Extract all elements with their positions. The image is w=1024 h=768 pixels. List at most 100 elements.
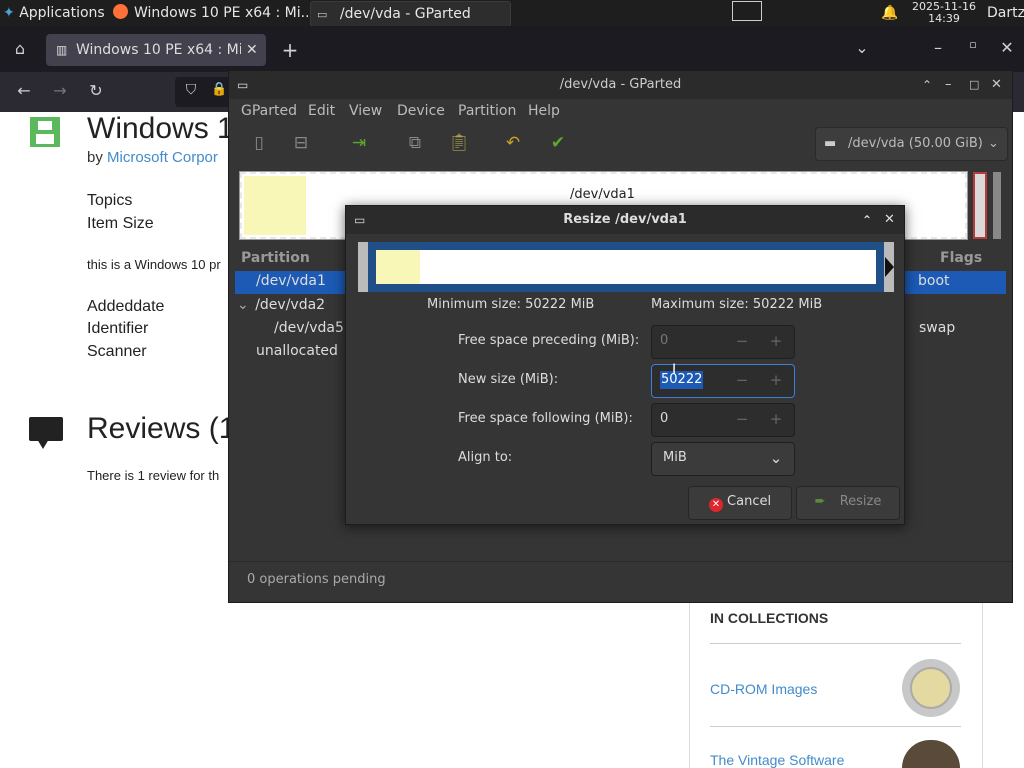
resize-slider-track[interactable] <box>358 242 894 292</box>
minimize-icon[interactable]: – <box>945 71 952 99</box>
cancel-button[interactable]: ✕ Cancel <box>688 486 792 520</box>
new-size-label: New size (MiB): <box>458 372 559 387</box>
undo-icon[interactable]: ↶ <box>501 131 525 155</box>
free-preceding-spinner[interactable]: 0 − + <box>651 325 795 359</box>
menu-help[interactable]: Help <box>528 103 560 119</box>
plus-icon[interactable]: + <box>768 326 784 356</box>
maximize-icon[interactable]: □ <box>969 71 979 99</box>
resize-button[interactable]: ➨ Resize <box>796 486 900 520</box>
text-cursor-icon: I <box>672 362 677 378</box>
plus-icon[interactable]: + <box>768 404 784 434</box>
resize-move-icon[interactable]: ⇥ <box>347 131 371 155</box>
collection-link-cdrom[interactable]: CD-ROM Images <box>710 681 817 697</box>
lock-icon: 🔒 <box>211 82 228 97</box>
apply-icon[interactable]: ✔ <box>546 131 570 155</box>
divider <box>710 643 961 644</box>
workspace-switcher[interactable] <box>730 0 764 26</box>
collection-thumbnail-vintage[interactable] <box>902 740 960 768</box>
meta-label-addeddate: Addeddate <box>87 298 165 315</box>
chevron-down-icon[interactable]: ⌄ <box>852 38 872 57</box>
menu-edit[interactable]: Edit <box>308 103 335 119</box>
resize-arrow-icon: ➨ <box>814 494 826 509</box>
shield-icon[interactable]: ⛉ <box>183 82 199 98</box>
browser-tab-bar: ⌂ ▥ Windows 10 PE x64 : Mic ✕ + ⌄ – ▫ ✕ <box>0 26 1024 72</box>
gparted-app-icon: ▭ <box>237 78 249 92</box>
free-following-field[interactable]: 0 <box>660 404 668 434</box>
column-header-flags[interactable]: Flags <box>940 250 982 266</box>
disk-select[interactable]: ▬ /dev/vda (50.00 GiB) ⌄ <box>815 127 1008 161</box>
minus-icon[interactable]: − <box>734 326 750 356</box>
copy-icon[interactable]: ⧉ <box>403 131 427 155</box>
new-size-spinner[interactable]: 50222 − + I <box>651 362 795 398</box>
table-row[interactable]: unallocated <box>256 343 338 359</box>
taskbar-window-gparted[interactable]: ▭ /dev/vda - GParted <box>310 1 511 27</box>
cancel-icon: ✕ <box>708 498 723 512</box>
item-title: Windows 1 <box>87 112 234 145</box>
forward-icon[interactable]: → <box>50 81 70 100</box>
back-icon[interactable]: ← <box>14 81 34 100</box>
free-preceding-field[interactable]: 0 <box>660 326 668 356</box>
collections-panel: IN COLLECTIONS CD-ROM Images The Vintage… <box>689 602 983 768</box>
plus-icon[interactable]: + <box>768 365 784 395</box>
maximize-icon[interactable]: ▫ <box>963 38 983 51</box>
gparted-titlebar[interactable]: ▭ /dev/vda - GParted ⌃ – □ ✕ <box>229 71 1012 99</box>
workspace-icon <box>732 1 762 21</box>
resize-handle-left[interactable] <box>358 242 368 292</box>
user-menu[interactable]: Dartz <box>987 0 1024 26</box>
item-description: this is a Windows 10 pr <box>87 257 221 272</box>
collection-link-vintage[interactable]: The Vintage Software <box>710 752 844 768</box>
resize-dialog: ▭ Resize /dev/vda1 ⌃ ✕ Minimum size: 502… <box>345 205 905 525</box>
byline: by Microsoft Corpor <box>87 149 218 166</box>
meta-label-topics: Topics <box>87 192 133 209</box>
column-header-partition[interactable]: Partition <box>241 250 310 266</box>
close-icon[interactable]: ✕ <box>997 38 1017 57</box>
applications-menu[interactable]: ✦ Applications ⋮ <box>3 0 113 26</box>
reviews-heading: Reviews (1 <box>87 412 236 445</box>
free-following-spinner[interactable]: 0 − + <box>651 403 795 437</box>
reload-icon[interactable]: ↻ <box>86 81 106 100</box>
minimize-icon[interactable]: – <box>928 38 948 57</box>
partition-used-space <box>376 250 420 284</box>
gparted-app-icon: ▭ <box>354 213 366 227</box>
new-partition-icon[interactable]: ▯ <box>247 131 271 155</box>
partition-frame[interactable] <box>368 242 884 292</box>
menu-gparted[interactable]: GParted <box>241 103 297 119</box>
collection-thumbnail-cdrom[interactable] <box>902 659 960 717</box>
partition-graph-extended[interactable] <box>973 172 987 239</box>
align-select[interactable]: MiB ⌄ <box>651 442 795 476</box>
tab-favicon-icon: ▥ <box>56 43 68 57</box>
graph-scrollbar[interactable] <box>993 172 1001 239</box>
arrow-right-icon <box>885 257 894 277</box>
new-tab-icon[interactable]: + <box>280 38 300 62</box>
xfce-logo-icon: ✦ <box>3 5 15 21</box>
menu-view[interactable]: View <box>349 103 382 119</box>
meta-label-identifier: Identifier <box>87 320 149 337</box>
clock[interactable]: 2025-11-16 14:39 <box>906 1 982 25</box>
max-size-label: Maximum size: 50222 MiB <box>651 297 823 312</box>
tab-list-icon[interactable]: ⌂ <box>10 39 30 58</box>
close-icon[interactable]: ✕ <box>884 206 895 234</box>
table-row[interactable]: /dev/vda5 <box>274 320 344 336</box>
reviews-text: There is 1 review for th <box>87 468 220 483</box>
author-link[interactable]: Microsoft Corpor <box>107 149 218 166</box>
close-icon[interactable]: ✕ <box>991 71 1002 99</box>
minus-icon[interactable]: − <box>734 365 750 395</box>
browser-tab-active[interactable]: ▥ Windows 10 PE x64 : Mic ✕ <box>46 34 266 66</box>
notification-bell-icon[interactable]: 🔔 <box>881 0 897 26</box>
dialog-titlebar[interactable]: ▭ Resize /dev/vda1 ⌃ ✕ <box>346 206 904 234</box>
firefox-icon <box>113 4 128 19</box>
shade-icon[interactable]: ⌃ <box>862 206 872 234</box>
table-row[interactable]: ⌄ /dev/vda2 <box>237 297 325 313</box>
paste-icon[interactable]: 📋︎ <box>447 131 471 155</box>
menu-partition[interactable]: Partition <box>458 103 516 119</box>
url-bar[interactable]: ⛉ 🔒 <box>175 77 235 107</box>
shade-icon[interactable]: ⌃ <box>922 71 932 99</box>
minus-icon[interactable]: − <box>734 404 750 434</box>
tab-close-icon[interactable]: ✕ <box>246 34 258 66</box>
new-size-field[interactable]: 50222 <box>660 371 704 389</box>
delete-partition-icon[interactable]: ⊟ <box>289 131 313 155</box>
expander-icon[interactable]: ⌄ <box>237 297 249 313</box>
min-size-label: Minimum size: 50222 MiB <box>427 297 595 312</box>
menu-device[interactable]: Device <box>397 103 445 119</box>
taskbar-window-firefox[interactable]: Windows 10 PE x64 : Mi... <box>113 0 308 26</box>
